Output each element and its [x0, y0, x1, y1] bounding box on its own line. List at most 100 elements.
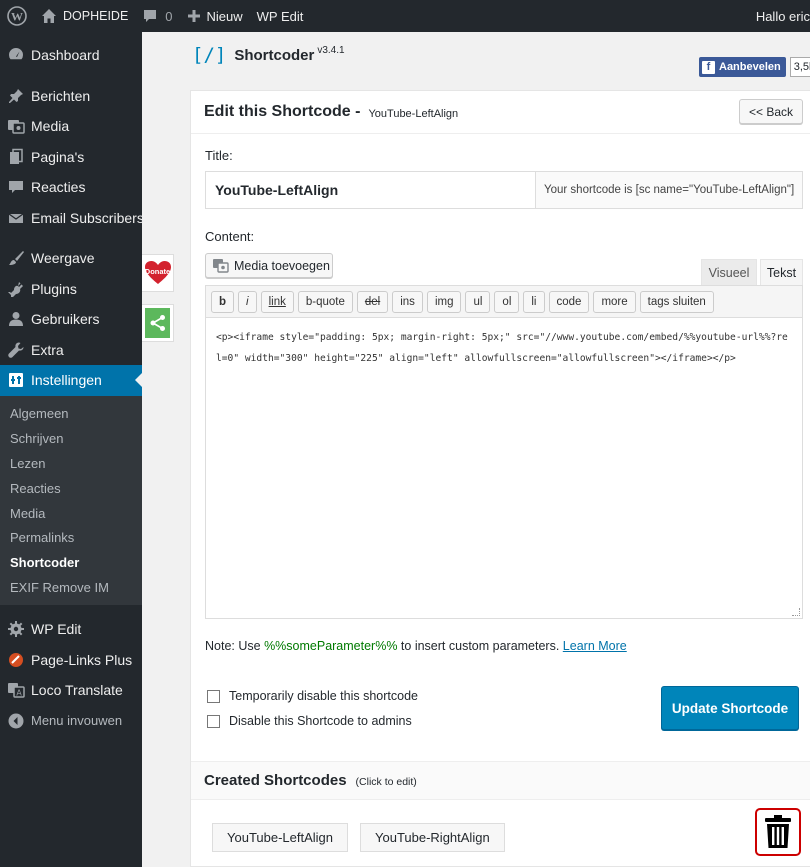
qt-del-button[interactable]: del [356, 290, 389, 313]
disable-admins-row[interactable]: Disable this Shortcode to admins [207, 714, 412, 728]
qt-link-button[interactable]: link [260, 290, 294, 313]
wrench-icon [7, 341, 25, 359]
menu-email-subscribers[interactable]: Email Subscribers [0, 203, 144, 234]
new-content-link[interactable]: Nieuw [180, 0, 250, 32]
page-links-icon [7, 651, 25, 669]
menu-wp-edit[interactable]: WP Edit [0, 614, 142, 645]
donate-widget[interactable]: Donate [142, 254, 174, 292]
qt-blockquote-button[interactable]: b-quote [297, 290, 353, 313]
qt-img-button[interactable]: img [426, 290, 462, 313]
site-name: DOPHEIDE [63, 9, 129, 23]
donate-label: Donate [144, 266, 171, 276]
wordpress-logo-icon[interactable]: W [0, 0, 34, 32]
note-middle: to insert custom parameters. [397, 639, 563, 653]
menu-label: Gebruikers [31, 311, 100, 328]
resize-handle[interactable] [792, 608, 800, 616]
comments-link[interactable]: 0 [135, 0, 179, 32]
qt-ins-button[interactable]: ins [392, 290, 423, 313]
qt-bold-button[interactable]: b [211, 290, 235, 313]
title-input[interactable] [206, 172, 536, 208]
menu-loco-translate[interactable]: A Loco Translate [0, 675, 142, 706]
menu-reacties[interactable]: Reacties [0, 172, 142, 203]
side-widgets: Donate [142, 254, 174, 354]
admin-sidebar: Dashboard Berichten Media Pagina's React… [0, 32, 144, 867]
created-shortcodes-header: Created Shortcodes (Click to edit) [191, 761, 810, 800]
disable-shortcode-checkbox[interactable] [207, 689, 220, 703]
plus-icon [187, 9, 201, 23]
disable-shortcode-label: Temporarily disable this shortcode [229, 689, 418, 703]
qt-italic-button[interactable]: i [238, 290, 257, 313]
submenu-schrijven[interactable]: Schrijven [0, 426, 142, 451]
menu-extra[interactable]: Extra [0, 335, 142, 366]
menu-collapse[interactable]: Menu invouwen [0, 705, 142, 736]
note-prefix: Note: Use [205, 639, 265, 653]
add-media-label: Media toevoegen [234, 258, 330, 273]
site-name-link[interactable]: DOPHEIDE [34, 0, 135, 32]
shortcode-item[interactable]: YouTube-LeftAlign [212, 823, 349, 852]
qt-ul-button[interactable]: ul [465, 290, 491, 313]
back-button[interactable]: << Back [739, 99, 803, 124]
shortcode-item[interactable]: YouTube-RightAlign [360, 823, 505, 852]
learn-more-link[interactable]: Learn More [563, 639, 627, 653]
shortcoder-logo: [/] [192, 44, 227, 66]
qt-close-tags-button[interactable]: tags sluiten [639, 290, 714, 313]
svg-text:W: W [11, 10, 23, 24]
menu-label: Email Subscribers [31, 209, 144, 226]
plugin-title: Shortcoder [234, 46, 315, 64]
disable-admins-label: Disable this Shortcode to admins [229, 714, 412, 728]
menu-label: Instellingen [31, 372, 102, 389]
facebook-button-label: Aanbevelen [719, 61, 781, 73]
menu-paginas[interactable]: Pagina's [0, 142, 142, 173]
qt-more-button[interactable]: more [593, 290, 636, 313]
qt-code-button[interactable]: code [548, 290, 590, 313]
update-shortcode-button[interactable]: Update Shortcode [661, 686, 799, 730]
pin-icon [7, 87, 25, 105]
email-icon [7, 209, 25, 227]
menu-media[interactable]: Media [0, 111, 142, 142]
note-parameter: %%someParameter%% [264, 639, 398, 653]
qt-li-button[interactable]: li [523, 290, 545, 313]
tab-text[interactable]: Tekst [760, 259, 803, 285]
facebook-recommend-button[interactable]: f Aanbevelen [699, 57, 786, 77]
submenu-reacties[interactable]: Reacties [0, 476, 142, 501]
share-widget[interactable] [142, 304, 174, 342]
submenu-permalinks[interactable]: Permalinks [0, 525, 142, 550]
submenu-exif-remove[interactable]: EXIF Remove IM [0, 575, 142, 600]
facebook-count: 3,5k [789, 57, 810, 77]
created-hint: (Click to edit) [355, 775, 417, 788]
home-icon [41, 8, 57, 24]
disable-admins-checkbox[interactable] [207, 714, 220, 728]
disable-shortcode-row[interactable]: Temporarily disable this shortcode [207, 689, 418, 703]
submenu-lezen[interactable]: Lezen [0, 451, 142, 476]
comment-icon [142, 8, 158, 24]
content-textarea[interactable]: <p><iframe style="padding: 5px; margin-r… [206, 318, 802, 379]
trash-icon[interactable] [755, 808, 801, 856]
menu-instellingen[interactable]: Instellingen [0, 365, 142, 396]
qt-ol-button[interactable]: ol [494, 290, 520, 313]
user-greeting[interactable]: Hallo eric [749, 0, 810, 32]
submenu-media[interactable]: Media [0, 501, 142, 526]
submenu-shortcoder[interactable]: Shortcoder [0, 550, 142, 575]
plugin-icon [7, 280, 25, 298]
facebook-icon: f [702, 60, 715, 74]
created-heading: Created Shortcodes [204, 772, 347, 789]
menu-dashboard[interactable]: Dashboard [0, 40, 142, 71]
menu-weergave[interactable]: Weergave [0, 243, 142, 274]
submenu-algemeen[interactable]: Algemeen [0, 402, 142, 427]
shortcode-usage[interactable]: Your shortcode is [sc name="YouTube-Left… [536, 172, 802, 208]
menu-berichten[interactable]: Berichten [0, 81, 142, 112]
menu-label: Media [31, 118, 70, 135]
panel-heading: Edit this Shortcode - [204, 103, 361, 120]
translate-icon: A [7, 681, 25, 699]
tab-visual[interactable]: Visueel [701, 259, 757, 285]
comment-icon [7, 178, 25, 196]
settings-submenu: Algemeen Schrijven Lezen Reacties Media … [0, 395, 142, 605]
wp-edit-link[interactable]: WP Edit [250, 0, 311, 32]
menu-label: Plugins [31, 280, 77, 297]
plugin-version: v3.4.1 [317, 44, 345, 56]
menu-plugins[interactable]: Plugins [0, 274, 142, 305]
menu-gebruikers[interactable]: Gebruikers [0, 304, 142, 335]
menu-page-links-plus[interactable]: Page-Links Plus [0, 644, 142, 675]
menu-label: Extra [31, 341, 64, 358]
add-media-button[interactable]: Media toevoegen [205, 253, 333, 278]
